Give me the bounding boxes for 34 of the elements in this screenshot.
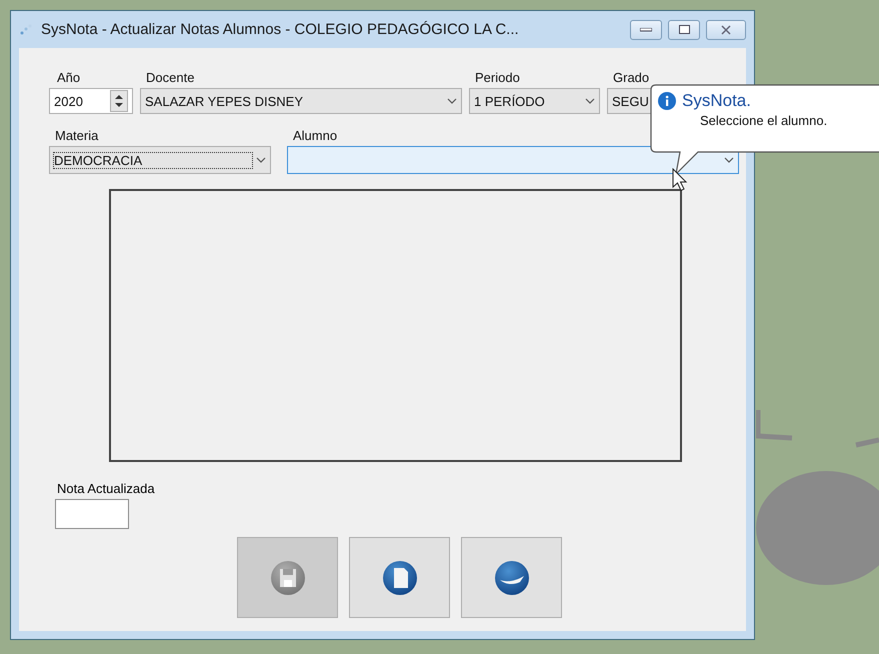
document-icon: [382, 560, 418, 596]
window-title: SysNota - Actualizar Notas Alumnos - COLEGIO PEDAGÓGICO LA C...: [41, 21, 519, 38]
field-label: Periodo: [474, 70, 521, 87]
dropdown-field[interactable]: DEMOCRACIA: [49, 146, 271, 174]
year-spinner[interactable]: 2020: [49, 88, 133, 114]
dropdown-field[interactable]: SALAZAR YEPES DISNEY: [140, 88, 462, 114]
dropdown-value: DEMOCRACIA: [54, 152, 252, 168]
field-label: Materia: [54, 128, 100, 145]
dropdown-field[interactable]: [287, 146, 739, 174]
field-label: Alumno: [292, 128, 338, 145]
grade-input-field[interactable]: [55, 499, 129, 529]
year-value: 2020: [54, 94, 84, 108]
dropdown-value: SALAZAR YEPES DISNEY: [145, 94, 304, 108]
tooltip-message: Seleccione el alumno.: [699, 113, 828, 128]
dropdown-value: 1 PERÍODO: [474, 94, 546, 108]
dropdown-value: SEGU: [612, 94, 650, 108]
tooltip-title: SysNota.: [682, 91, 751, 111]
field-label: Nota Actualizada: [57, 481, 156, 498]
spinner-arrows-icon[interactable]: [110, 90, 128, 112]
field-label: Grado: [612, 70, 650, 87]
minimize-button[interactable]: [630, 20, 662, 40]
floppy-disk-icon: [270, 560, 306, 596]
close-icon: [721, 24, 731, 34]
field-label: Docente: [145, 70, 196, 87]
minimize-icon: [640, 28, 652, 32]
field-label: Año: [56, 70, 82, 87]
document-button[interactable]: [349, 537, 450, 618]
dropdown-field[interactable]: 1 PERÍODO: [469, 88, 600, 114]
maximize-button[interactable]: [668, 20, 700, 40]
maximize-icon: [678, 25, 690, 34]
app-icon: [19, 22, 33, 36]
close-button[interactable]: [706, 20, 746, 40]
exit-button[interactable]: [461, 537, 562, 618]
info-icon: [658, 92, 676, 110]
